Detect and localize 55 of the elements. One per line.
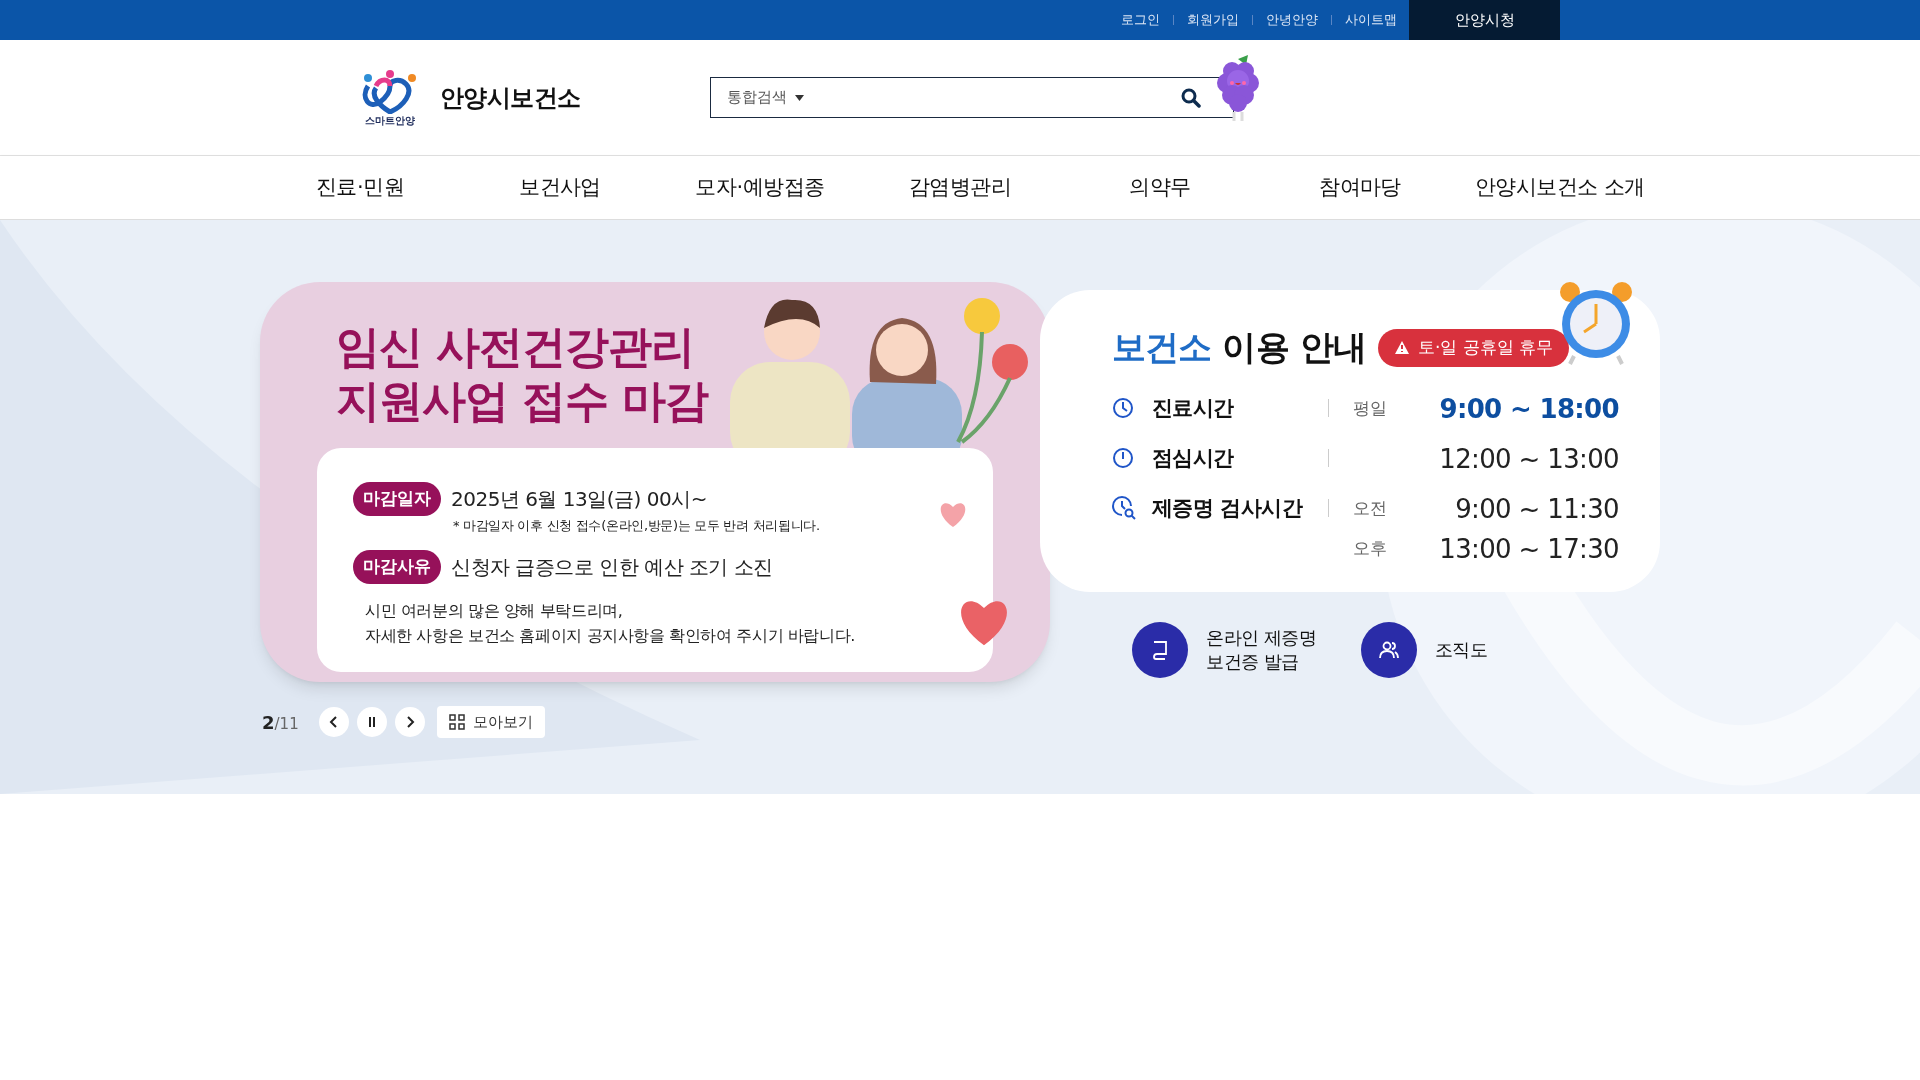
banner-note: * 마감일자 이후 신청 접수(온라인,방문)는 모두 반려 처리됩니다. <box>453 517 821 535</box>
holiday-notice: 토·일 공휴일 휴무 <box>1378 328 1570 367</box>
banner-title: 지원사업 접수 마감 <box>336 374 708 428</box>
banner-tag: 마감사유 <box>353 549 441 584</box>
nav-item[interactable]: 진료·민원 <box>315 171 405 204</box>
period-label: 평일 <box>1353 397 1388 421</box>
slide-counter: 2 <box>262 710 275 735</box>
chevron-left-icon <box>328 716 339 728</box>
search-category-dropdown[interactable]: 통합검색 <box>727 86 805 109</box>
quick-link[interactable]: 온라인 제증명 보건증 발급 <box>1206 626 1317 674</box>
gallery-button[interactable]: 모아보기 <box>436 706 545 738</box>
pause-icon <box>366 716 377 728</box>
grid-icon <box>448 714 465 730</box>
nav-item[interactable]: 참여마당 <box>1319 171 1401 204</box>
banner-tag: 마감일자 <box>353 482 441 516</box>
warning-icon <box>1394 340 1411 355</box>
info-title: 보건소 이용 안내 <box>1112 326 1367 369</box>
time-range: 9:00 ~ 18:00 <box>1438 393 1619 426</box>
info-label: 점심시간 <box>1152 445 1235 472</box>
banner-message: 시민 여러분의 많은 양해 부탁드리며, <box>365 599 624 622</box>
banner-text: 2025년 6월 13일(금) 00시~ <box>451 486 707 513</box>
site-title[interactable]: 안양시보건소 <box>440 79 581 116</box>
logo-caption: 스마트안양 <box>365 115 415 126</box>
slide-total: /11 <box>274 713 299 735</box>
info-label: 진료시간 <box>1152 395 1235 422</box>
people-icon <box>1377 639 1400 661</box>
top-link[interactable]: 로그인 <box>1121 10 1160 30</box>
heart-icon <box>938 500 968 528</box>
clock-icon <box>1112 447 1134 469</box>
banner-text: 신청자 급증으로 인한 예산 조기 소진 <box>451 553 773 581</box>
caret-icon <box>795 94 805 101</box>
nav-item[interactable]: 안양시보건소 소개 <box>1475 171 1645 204</box>
nav-item[interactable]: 의약무 <box>1129 171 1191 204</box>
quick-link[interactable]: 조직도 <box>1434 638 1488 662</box>
period-label: 오전 <box>1353 497 1388 521</box>
top-link[interactable]: 회원가입 <box>1187 10 1239 30</box>
banner-card[interactable]: 임신 사전건강관리 지원사업 접수 마감 마감일자 2025년 6월 13일(금) 00시~ * 마감일자 이후 신청 접수(온라인,방문)는 모두 반려 처리됩니다. 마감사유 신청자 급증으로 인한 예산 조기 소진 시민 여러분의 많은 양해 부탁드리며, 자세한 사항은 보건소 홈페이지 공지사항을 확인하여 주시기 바랍니다. <box>260 282 1050 682</box>
period-label: 오후 <box>1353 537 1388 561</box>
time-range: 13:00 ~ 17:30 <box>1438 533 1619 566</box>
top-link[interactable]: 사이트맵 <box>1345 10 1397 30</box>
search-icon[interactable] <box>1181 87 1202 108</box>
info-label: 제증명 검사시간 <box>1152 495 1304 522</box>
time-range: 12:00 ~ 13:00 <box>1438 443 1619 476</box>
banner-message: 자세한 사항은 보건소 홈페이지 공지사항을 확인하여 주시기 바랍니다. <box>365 624 856 647</box>
clock-search-icon <box>1112 496 1136 520</box>
clock-icon <box>1112 397 1134 419</box>
chevron-right-icon <box>404 716 415 728</box>
banner-title: 임신 사전건강관리 <box>336 320 695 374</box>
search-field[interactable]: 통합검색 <box>710 77 1235 118</box>
top-link[interactable]: 안녕안양 <box>1266 10 1318 30</box>
nav-item[interactable]: 보건사업 <box>519 171 601 204</box>
nav-item[interactable]: 감염병관리 <box>908 171 1012 204</box>
time-range: 9:00 ~ 11:30 <box>1454 493 1619 526</box>
city-hall-link[interactable]: 안양시청 <box>1409 0 1560 40</box>
nav-item[interactable]: 모자·예방접종 <box>695 171 825 204</box>
